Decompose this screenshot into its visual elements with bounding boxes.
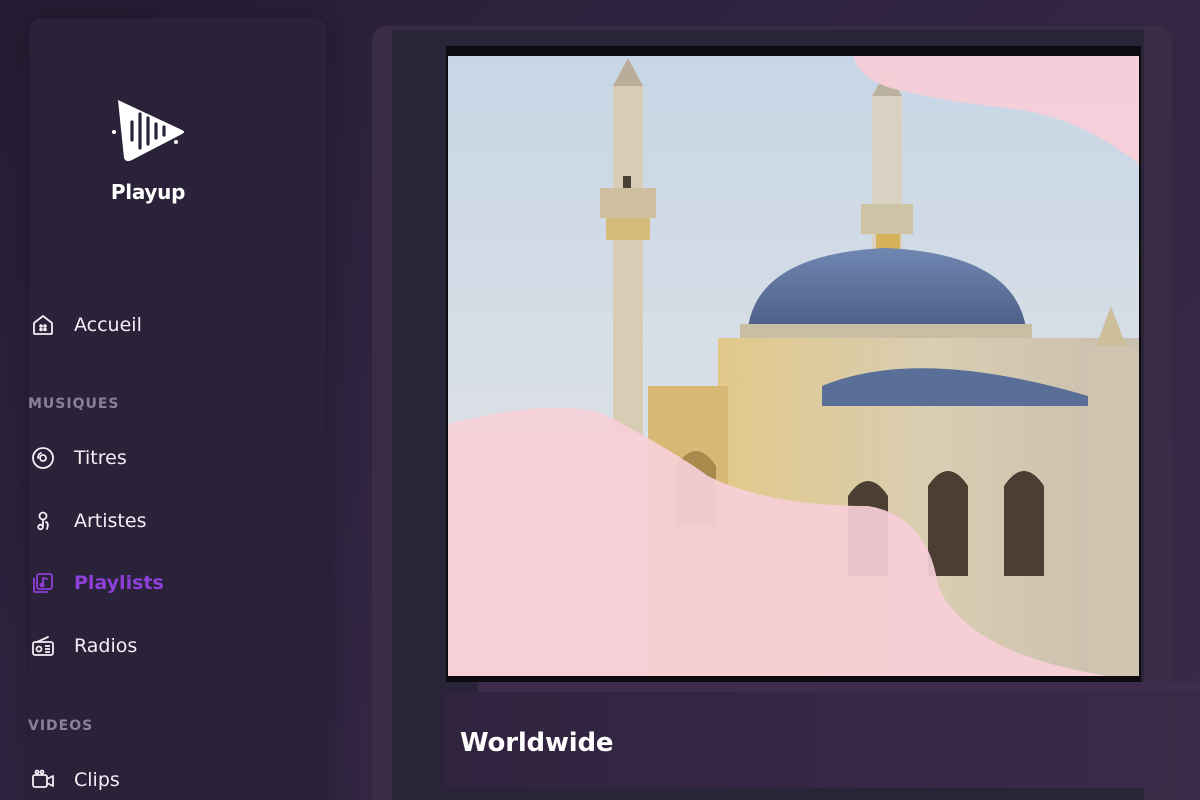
section-title-videos: VIDEOS	[28, 718, 94, 734]
radio-icon	[30, 633, 56, 659]
nav-label: Artistes	[74, 510, 147, 532]
section-title-musiques: MUSIQUES	[28, 396, 120, 412]
playlist-icon	[30, 570, 56, 596]
nav-item-playlists[interactable]: Playlists	[30, 568, 164, 598]
nav-label: Accueil	[74, 314, 142, 336]
video-camera-icon	[30, 767, 56, 793]
nav-label: Playlists	[74, 572, 164, 594]
home-icon	[30, 312, 56, 338]
nav-item-titres[interactable]: Titres	[30, 443, 127, 473]
nav-label: Titres	[74, 447, 127, 469]
artist-icon	[30, 508, 56, 534]
playlist-title[interactable]: Worldwide	[460, 728, 614, 758]
brand[interactable]: Playup	[0, 96, 296, 204]
nav-item-clips[interactable]: Clips	[30, 765, 120, 795]
nav-label: Radios	[74, 635, 138, 657]
nav-item-accueil[interactable]: Accueil	[30, 310, 142, 340]
nav-label: Clips	[74, 769, 120, 791]
playlist-cover-image[interactable]	[446, 46, 1141, 682]
app-name: Playup	[110, 180, 186, 204]
caption-divider	[478, 682, 1200, 692]
nav-item-radios[interactable]: Radios	[30, 631, 137, 661]
nav-item-artistes[interactable]: Artistes	[30, 506, 146, 536]
playup-logo-icon	[112, 100, 184, 162]
disc-icon	[30, 445, 56, 471]
